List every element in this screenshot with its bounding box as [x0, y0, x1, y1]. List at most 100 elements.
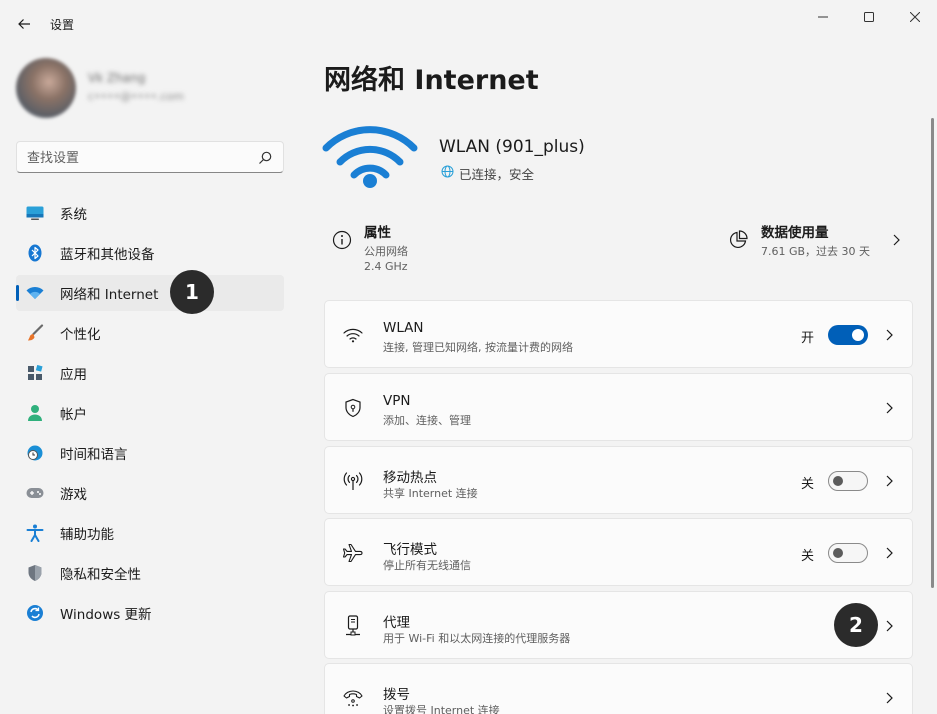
- apps-icon: [26, 364, 44, 382]
- sidebar-item-label: 隐私和安全性: [60, 567, 141, 583]
- sidebar-item-label: Windows 更新: [60, 607, 152, 623]
- sidebar-item-time-language[interactable]: 时间和语言: [16, 435, 284, 471]
- sidebar-item-label: 网络和 Internet: [60, 287, 159, 303]
- update-icon: [26, 604, 44, 622]
- wlan-toggle[interactable]: [828, 325, 868, 345]
- sidebar-item-accounts[interactable]: 帐户: [16, 395, 284, 431]
- gamepad-icon: [26, 484, 44, 502]
- page-title: 网络和 Internet: [324, 65, 539, 96]
- card-title: 飞行模式: [383, 542, 437, 558]
- airplane-mode-card[interactable]: 飞行模式 停止所有无线通信 关: [324, 518, 913, 586]
- data-usage-subtitle: 7.61 GB，过去 30 天: [761, 245, 871, 258]
- pie-chart-icon: [729, 230, 748, 249]
- card-subtitle: 添加、连接、管理: [383, 414, 471, 427]
- airplane-icon: [342, 542, 364, 564]
- card-subtitle: 设置拨号 Internet 连接: [383, 704, 500, 714]
- accessibility-icon: [26, 524, 44, 542]
- data-usage-title: 数据使用量: [761, 225, 829, 241]
- chevron-right-icon: [886, 329, 893, 341]
- sidebar-item-network[interactable]: 网络和 Internet: [16, 275, 284, 311]
- maximize-icon: [864, 12, 874, 22]
- search-input[interactable]: [27, 148, 247, 168]
- shield-icon: [26, 564, 44, 582]
- proxy-card[interactable]: 代理 用于 Wi-Fi 和以太网连接的代理服务器: [324, 591, 913, 659]
- wifi-icon: [342, 324, 364, 346]
- chevron-right-icon: [886, 475, 893, 487]
- card-title: 移动热点: [383, 470, 437, 486]
- avatar: [16, 58, 76, 118]
- toggle-state-label: 关: [801, 549, 815, 564]
- profile-email: c••••@••••.com: [88, 90, 184, 103]
- card-subtitle: 共享 Internet 连接: [383, 487, 478, 500]
- sidebar-item-label: 应用: [60, 367, 87, 383]
- info-icon: [332, 230, 352, 250]
- clock-globe-icon: [26, 444, 44, 462]
- step-badge: 1: [170, 270, 214, 314]
- sidebar-item-accessibility[interactable]: 辅助功能: [16, 515, 284, 551]
- card-title: 代理: [383, 615, 410, 631]
- user-profile[interactable]: Vk Zhang c••••@••••.com: [16, 58, 286, 118]
- sidebar-item-privacy[interactable]: 隐私和安全性: [16, 555, 284, 591]
- maximize-button[interactable]: [846, 4, 892, 30]
- close-button[interactable]: [892, 4, 937, 30]
- card-subtitle: 连接, 管理已知网络, 按流量计费的网络: [383, 341, 573, 354]
- sidebar-item-gaming[interactable]: 游戏: [16, 475, 284, 511]
- chevron-right-icon: [886, 402, 893, 414]
- toggle-state-label: 关: [801, 477, 815, 492]
- back-button[interactable]: [12, 12, 36, 36]
- wlan-card[interactable]: WLAN 连接, 管理已知网络, 按流量计费的网络 开: [324, 300, 913, 368]
- vpn-card[interactable]: VPN 添加、连接、管理: [324, 373, 913, 441]
- title-bar: 设置: [0, 0, 937, 46]
- bluetooth-icon: [26, 244, 44, 262]
- sidebar-item-system[interactable]: 系统: [16, 195, 284, 231]
- search-box[interactable]: [16, 141, 284, 173]
- sidebar-item-label: 系统: [60, 207, 87, 223]
- chevron-right-icon: [886, 692, 893, 704]
- sidebar-item-label: 游戏: [60, 487, 87, 503]
- minimize-icon: [818, 16, 828, 18]
- hotspot-toggle[interactable]: [828, 471, 868, 491]
- close-icon: [910, 12, 920, 22]
- sidebar-item-label: 蓝牙和其他设备: [60, 247, 155, 263]
- proxy-icon: [342, 615, 364, 637]
- sidebar-item-label: 辅助功能: [60, 527, 114, 543]
- sidebar-nav: 系统 蓝牙和其他设备 网络和 Internet 个性化 应用 帐户 时间和语言 …: [16, 195, 284, 635]
- sidebar-item-label: 个性化: [60, 327, 101, 343]
- sidebar-item-label: 时间和语言: [60, 447, 128, 463]
- sidebar-item-label: 帐户: [60, 407, 87, 423]
- card-title: VPN: [383, 393, 411, 409]
- wifi-hero-icon: [322, 126, 418, 188]
- sidebar-item-windows-update[interactable]: Windows 更新: [16, 595, 284, 631]
- globe-icon: [441, 165, 454, 178]
- properties-title: 属性: [364, 225, 391, 241]
- dialup-icon: [342, 687, 364, 709]
- network-name: WLAN (901_plus): [439, 137, 585, 157]
- mobile-hotspot-card[interactable]: 移动热点 共享 Internet 连接 关: [324, 446, 913, 514]
- network-profile-type: 公用网络: [364, 245, 408, 258]
- sidebar-item-bluetooth[interactable]: 蓝牙和其他设备: [16, 235, 284, 271]
- airplane-mode-toggle[interactable]: [828, 543, 868, 563]
- chevron-right-icon: [893, 234, 900, 246]
- profile-name: Vk Zhang: [88, 71, 146, 85]
- minimize-button[interactable]: [800, 4, 846, 30]
- network-band: 2.4 GHz: [364, 260, 408, 273]
- hotspot-icon: [342, 470, 364, 492]
- card-subtitle: 停止所有无线通信: [383, 559, 471, 572]
- dial-up-card[interactable]: 拨号 设置拨号 Internet 连接: [324, 663, 913, 714]
- shield-vpn-icon: [342, 397, 364, 419]
- card-subtitle: 用于 Wi-Fi 和以太网连接的代理服务器: [383, 632, 571, 645]
- sidebar-item-personalization[interactable]: 个性化: [16, 315, 284, 351]
- arrow-left-icon: [18, 19, 30, 29]
- toggle-state-label: 开: [801, 331, 815, 346]
- step-badge: 2: [834, 603, 878, 647]
- wifi-icon: [26, 284, 44, 302]
- scrollbar[interactable]: [931, 118, 934, 588]
- system-monitor-icon: [26, 204, 44, 222]
- search-icon[interactable]: [257, 150, 273, 166]
- app-title: 设置: [50, 18, 75, 32]
- chevron-right-icon: [886, 547, 893, 559]
- network-info-row: 属性 公用网络 2.4 GHz 数据使用量 7.61 GB，过去 30 天: [324, 210, 913, 273]
- network-status: 已连接，安全: [459, 167, 535, 182]
- sidebar-item-apps[interactable]: 应用: [16, 355, 284, 391]
- chevron-right-icon: [886, 620, 893, 632]
